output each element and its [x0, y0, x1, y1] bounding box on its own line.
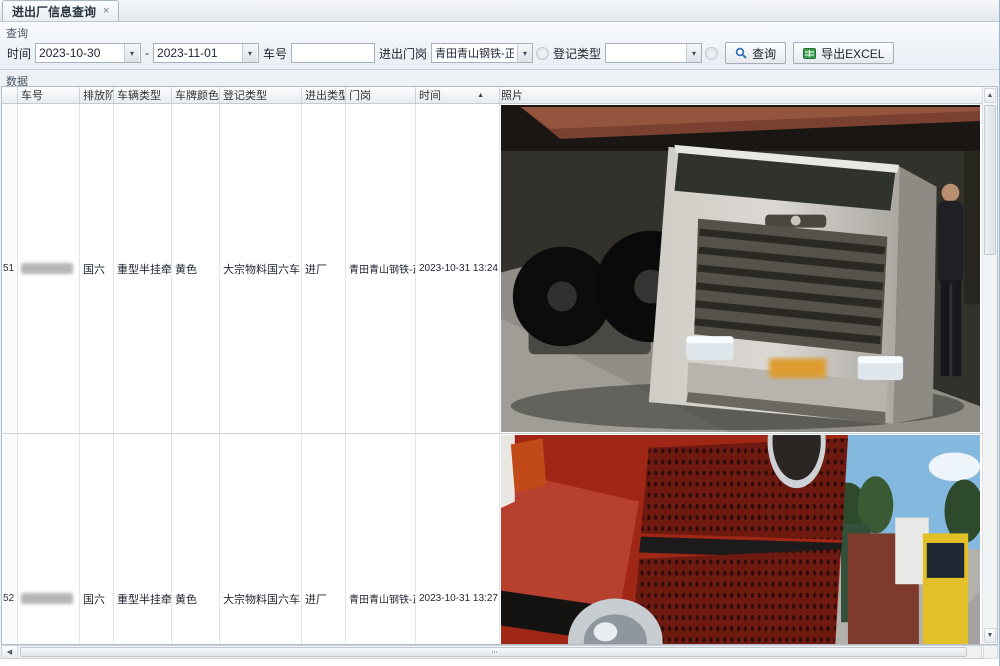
- data-panel: 数据 车号 排放阶段 车辆类型 车牌颜色 登记类型 进出类型 门岗 时间 ▲ 照…: [0, 70, 999, 666]
- regtype-combo[interactable]: ▾: [605, 43, 702, 63]
- scroll-up-icon[interactable]: ▲: [984, 88, 996, 103]
- scroll-left-icon[interactable]: ◀: [2, 646, 18, 658]
- tab-bar: 进出厂信息查询 ×: [0, 0, 999, 22]
- regtype-input[interactable]: [606, 44, 686, 62]
- query-controls: 时间 ▾ - ▾ 车号 进出门岗 ▾ 登记类型 ▾: [0, 42, 999, 64]
- app-window: 进出厂信息查询 × 查询 时间 ▾ - ▾ 车号 进出门岗 ▾: [0, 0, 1000, 666]
- photo-cell: [500, 434, 997, 644]
- truck-photo-red: [501, 435, 980, 644]
- query-panel: 查询 时间 ▾ - ▾ 车号 进出门岗 ▾ 登记类型: [0, 22, 999, 70]
- tab-title: 进出厂信息查询: [12, 3, 96, 20]
- col-header-inout-type[interactable]: 进出类型: [302, 87, 346, 103]
- plate-field[interactable]: [291, 43, 375, 63]
- search-icon: [735, 47, 747, 59]
- col-header-emission[interactable]: 排放阶段: [80, 87, 114, 103]
- chevron-down-icon[interactable]: ▾: [686, 44, 701, 62]
- plate-input[interactable]: [292, 44, 374, 62]
- vehicle-type-cell: 重型半挂牵引车: [114, 104, 172, 433]
- col-header-rownum[interactable]: [2, 87, 18, 103]
- plate-color-cell: 黄色: [172, 104, 220, 433]
- excel-icon: [803, 47, 816, 60]
- time-label: 时间: [7, 45, 31, 62]
- plate-cell: [18, 434, 80, 644]
- col-header-plate-color[interactable]: 车牌颜色: [172, 87, 220, 103]
- truck-photo-silver: [501, 105, 980, 432]
- gate-cell: 青田青山钢铁-正门: [346, 104, 416, 433]
- plate-cell: [18, 104, 80, 433]
- results-table: 车号 排放阶段 车辆类型 车牌颜色 登记类型 进出类型 门岗 时间 ▲ 照片 5…: [1, 86, 998, 645]
- scroll-grip: [492, 651, 497, 653]
- clear-icon[interactable]: [705, 47, 718, 60]
- bottom-strip: [0, 659, 999, 666]
- date-to-picker[interactable]: ▾: [153, 43, 259, 63]
- chevron-down-icon[interactable]: ▾: [242, 44, 257, 62]
- emission-cell: 国六: [80, 104, 114, 433]
- table-body: 51 国六 重型半挂牵引车 黄色 大宗物料国六车 进厂 青田青山钢铁-正门 20…: [2, 104, 997, 644]
- col-header-plate[interactable]: 车号: [18, 87, 80, 103]
- emission-cell: 国六: [80, 434, 114, 644]
- query-caption: 查询: [0, 22, 999, 42]
- date-from-picker[interactable]: ▾: [35, 43, 141, 63]
- plate-label: 车号: [263, 45, 287, 62]
- col-header-gate[interactable]: 门岗: [346, 87, 416, 103]
- tab-entry-exit-query[interactable]: 进出厂信息查询 ×: [2, 0, 119, 21]
- redacted-plate: [21, 593, 73, 604]
- row-number: 52: [2, 434, 18, 644]
- horizontal-scroll-thumb[interactable]: [20, 647, 967, 657]
- date-from-input[interactable]: [36, 44, 124, 62]
- export-excel-button-label: 导出EXCEL: [821, 45, 884, 62]
- clear-icon[interactable]: [536, 47, 549, 60]
- chevron-down-icon[interactable]: ▾: [517, 44, 532, 62]
- vertical-scrollbar[interactable]: ▲ ▼: [982, 87, 997, 644]
- gate-label: 进出门岗: [379, 45, 427, 62]
- sort-asc-icon: ▲: [477, 92, 496, 99]
- col-header-time-label: 时间: [419, 87, 441, 103]
- reg-type-cell: 大宗物料国六车: [220, 434, 302, 644]
- time-cell: 2023-10-31 13:24:47: [416, 104, 500, 433]
- plate-color-cell: 黄色: [172, 434, 220, 644]
- scrollbar-corner: [983, 645, 998, 659]
- scroll-down-icon[interactable]: ▼: [984, 628, 996, 643]
- date-to-input[interactable]: [154, 44, 242, 62]
- col-header-time[interactable]: 时间 ▲: [416, 87, 500, 103]
- horizontal-scroll-track[interactable]: [18, 646, 981, 658]
- time-cell: 2023-10-31 13:27:40: [416, 434, 500, 644]
- inout-type-cell: 进厂: [302, 434, 346, 644]
- search-button-label: 查询: [752, 45, 776, 62]
- gate-input[interactable]: [432, 44, 517, 62]
- reg-type-cell: 大宗物料国六车: [220, 104, 302, 433]
- table-row[interactable]: 52 国六 重型半挂牵引车 黄色 大宗物料国六车 进厂 青田青山钢铁-正门 20…: [2, 434, 997, 644]
- table-row[interactable]: 51 国六 重型半挂牵引车 黄色 大宗物料国六车 进厂 青田青山钢铁-正门 20…: [2, 104, 997, 434]
- export-excel-button[interactable]: 导出EXCEL: [793, 42, 894, 64]
- tab-close-icon[interactable]: ×: [103, 6, 109, 17]
- gate-cell: 青田青山钢铁-正门: [346, 434, 416, 644]
- search-button[interactable]: 查询: [725, 42, 786, 64]
- table-header-row: 车号 排放阶段 车辆类型 车牌颜色 登记类型 进出类型 门岗 时间 ▲ 照片: [2, 87, 997, 104]
- chevron-down-icon[interactable]: ▾: [124, 44, 139, 62]
- redacted-plate: [21, 263, 73, 274]
- regtype-label: 登记类型: [553, 45, 601, 62]
- vehicle-type-cell: 重型半挂牵引车: [114, 434, 172, 644]
- horizontal-scrollbar[interactable]: ◀ ▶: [1, 645, 998, 659]
- col-header-vehicle-type[interactable]: 车辆类型: [114, 87, 172, 103]
- photo-cell: [500, 104, 997, 433]
- range-separator: -: [145, 46, 149, 60]
- inout-type-cell: 进厂: [302, 104, 346, 433]
- col-header-reg-type[interactable]: 登记类型: [220, 87, 302, 103]
- gate-combo[interactable]: ▾: [431, 43, 533, 63]
- col-header-photo[interactable]: 照片: [500, 87, 997, 103]
- row-number: 51: [2, 104, 18, 433]
- vertical-scroll-thumb[interactable]: [984, 105, 996, 255]
